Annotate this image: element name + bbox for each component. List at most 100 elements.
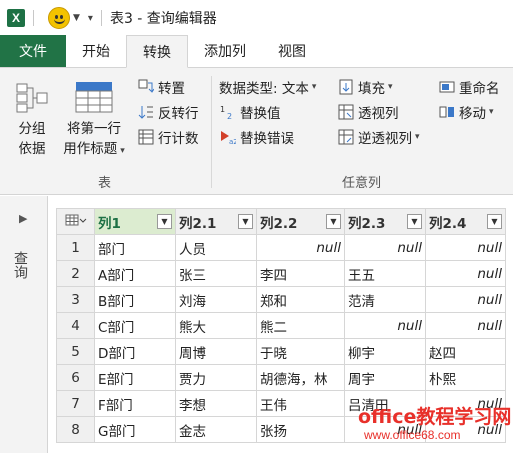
column-header-1[interactable]: 列1 ▼: [94, 208, 176, 235]
pivot-column-button[interactable]: 透视列: [337, 102, 399, 122]
unpivot-columns-label: 逆透视列: [358, 131, 412, 147]
table-cell[interactable]: 朴熙: [425, 364, 506, 391]
row-number[interactable]: 8: [56, 416, 95, 443]
title-separator-2: [100, 10, 102, 26]
tab-view[interactable]: 视图: [262, 35, 322, 67]
column-header-2-1[interactable]: 列2.1 ▼: [175, 208, 257, 235]
row-number[interactable]: 7: [56, 390, 95, 417]
table-cell[interactable]: null: [425, 260, 506, 287]
count-rows-button[interactable]: 行计数: [137, 127, 199, 147]
data-type-dropdown[interactable]: 数据类型: 文本 ▾: [219, 77, 316, 97]
column-filter-icon[interactable]: ▼: [326, 214, 341, 229]
replace-errors-label: 替换错误: [240, 131, 294, 147]
column-filter-icon[interactable]: ▼: [487, 214, 502, 229]
table-cell[interactable]: 周博: [175, 338, 257, 365]
column-header-2-4[interactable]: 列2.4 ▼: [425, 208, 506, 235]
replace-values-button[interactable]: 12 替换值: [219, 102, 281, 122]
table-cell[interactable]: 刘海: [175, 286, 257, 313]
table-cell[interactable]: A部门: [94, 260, 176, 287]
rename-icon: [438, 79, 456, 95]
table-cell[interactable]: null: [425, 312, 506, 339]
table-cell[interactable]: 部门: [94, 234, 176, 261]
table-cell[interactable]: 赵四: [425, 338, 506, 365]
table-cell[interactable]: 柳宇: [344, 338, 426, 365]
pivot-column-label: 透视列: [358, 106, 399, 122]
ribbon-separator: [211, 76, 212, 188]
table-cell[interactable]: 王伟: [256, 390, 345, 417]
queries-pane: ▶ 查询: [0, 196, 48, 453]
table-cell[interactable]: 张三: [175, 260, 257, 287]
use-first-row-headers-button[interactable]: 将第一行 用作标题 ▾: [55, 80, 133, 161]
reverse-rows-button[interactable]: 反转行: [137, 102, 199, 122]
watermark-url: www.office68.com: [364, 428, 461, 442]
table-cell[interactable]: null: [256, 234, 345, 261]
tab-file[interactable]: 文件: [0, 35, 66, 67]
table-cell[interactable]: 范清: [344, 286, 426, 313]
column-header-2-2[interactable]: 列2.2 ▼: [256, 208, 345, 235]
table-cell[interactable]: C部门: [94, 312, 176, 339]
fill-label: 填充: [358, 81, 385, 97]
table-cell[interactable]: 王五: [344, 260, 426, 287]
table-cell[interactable]: D部门: [94, 338, 176, 365]
table-cell[interactable]: G部门: [94, 416, 176, 443]
pivot-column-icon: [337, 104, 355, 120]
table-cell[interactable]: 人员: [175, 234, 257, 261]
table-cell[interactable]: 李想: [175, 390, 257, 417]
row-number[interactable]: 6: [56, 364, 95, 391]
column-filter-icon[interactable]: ▼: [157, 214, 172, 229]
move-button[interactable]: 移动 ▾: [438, 102, 494, 122]
table-row: 4 C部门 熊大 熊二 null null: [56, 312, 506, 339]
table-cell[interactable]: 贾力: [175, 364, 257, 391]
table-cell[interactable]: null: [425, 286, 506, 313]
table-row: 1 部门 人员 null null null: [56, 234, 506, 261]
rename-button[interactable]: 重命名: [438, 77, 500, 97]
row-number[interactable]: 5: [56, 338, 95, 365]
header-row: 列1 ▼ 列2.1 ▼ 列2.2 ▼ 列2.3 ▼ 列2.4 ▼: [56, 208, 506, 235]
group-by-button[interactable]: 分组 依据: [9, 80, 55, 159]
column-header-label: 列2.3: [348, 215, 386, 232]
table-menu-corner[interactable]: [56, 208, 95, 235]
table-cell[interactable]: 金志: [175, 416, 257, 443]
unpivot-dropdown-icon: ▾: [415, 132, 420, 142]
table-cell[interactable]: 李四: [256, 260, 345, 287]
table-cell[interactable]: null: [344, 234, 426, 261]
table-cell[interactable]: F部门: [94, 390, 176, 417]
table-cell[interactable]: 张扬: [256, 416, 345, 443]
row-number[interactable]: 3: [56, 286, 95, 313]
table-cell[interactable]: B部门: [94, 286, 176, 313]
title-bar: X ▼ ▾ 表3 - 查询编辑器: [0, 0, 513, 36]
unpivot-columns-button[interactable]: 逆透视列 ▾: [337, 127, 420, 147]
table-cell[interactable]: 熊二: [256, 312, 345, 339]
fill-dropdown-icon: ▾: [388, 82, 393, 92]
table-cell[interactable]: null: [344, 312, 426, 339]
row-number[interactable]: 2: [56, 260, 95, 287]
row-number[interactable]: 4: [56, 312, 95, 339]
quick-access-dropdown-icon[interactable]: ▾: [88, 13, 93, 24]
smile-dropdown-icon[interactable]: ▼: [73, 13, 80, 23]
fill-button[interactable]: 填充 ▾: [337, 77, 393, 97]
table-cell[interactable]: null: [425, 234, 506, 261]
tab-home[interactable]: 开始: [66, 35, 126, 67]
svg-text:a2: a2: [229, 138, 236, 145]
unpivot-columns-icon: [337, 129, 355, 145]
replace-values-icon: 12: [219, 104, 237, 120]
tab-transform[interactable]: 转换: [126, 35, 188, 68]
tab-add-column[interactable]: 添加列: [188, 35, 262, 67]
column-filter-icon[interactable]: ▼: [238, 214, 253, 229]
table-cell[interactable]: 周宇: [344, 364, 426, 391]
row-number[interactable]: 1: [56, 234, 95, 261]
column-filter-icon[interactable]: ▼: [407, 214, 422, 229]
table-cell[interactable]: 郑和: [256, 286, 345, 313]
table-cell[interactable]: 熊大: [175, 312, 257, 339]
table-cell[interactable]: 胡德海，林: [256, 364, 345, 391]
replace-errors-button[interactable]: a2 替换错误: [219, 127, 294, 147]
column-header-label: 列2.4: [429, 215, 467, 232]
transpose-button[interactable]: 转置: [137, 77, 185, 97]
table-cell[interactable]: E部门: [94, 364, 176, 391]
table-cell[interactable]: 于晓: [256, 338, 345, 365]
move-icon: [438, 104, 456, 120]
expand-queries-icon[interactable]: ▶: [19, 212, 27, 225]
send-smile-icon[interactable]: [48, 7, 70, 29]
use-first-row-dropdown-icon[interactable]: ▾: [120, 146, 125, 156]
column-header-2-3[interactable]: 列2.3 ▼: [344, 208, 426, 235]
